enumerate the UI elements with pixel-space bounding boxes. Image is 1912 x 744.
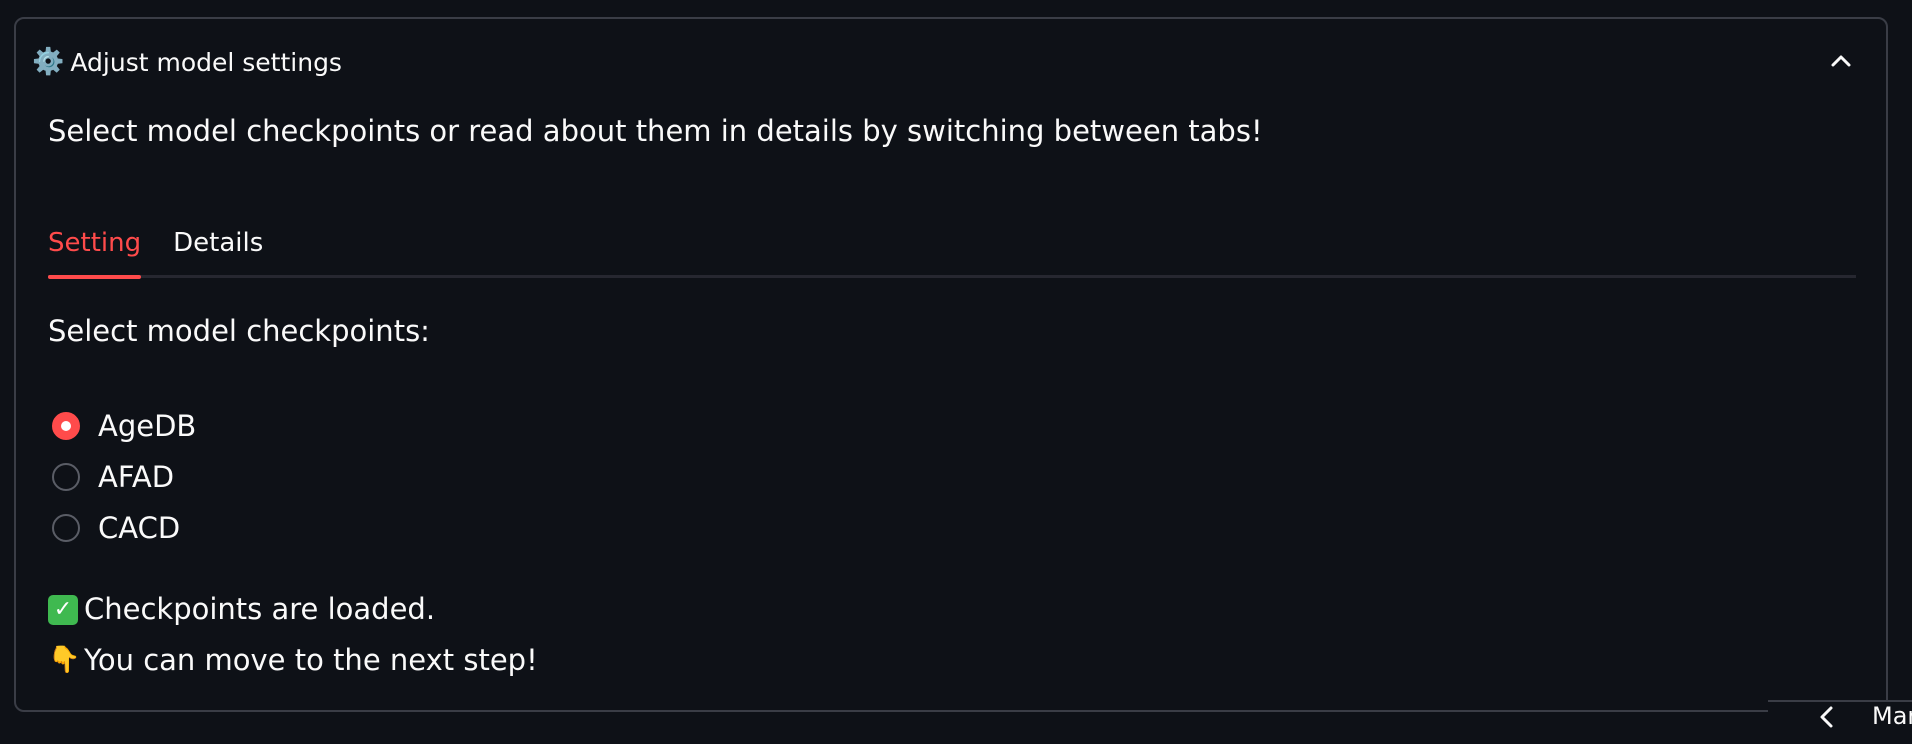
tab-details[interactable]: Details bbox=[173, 210, 263, 276]
next-step-text: You can move to the next step! bbox=[84, 643, 538, 677]
checkpoint-radio-group: AgeDB AFAD CACD bbox=[52, 400, 196, 553]
tab-setting[interactable]: Setting bbox=[48, 210, 142, 279]
loaded-text: Checkpoints are loaded. bbox=[84, 592, 436, 626]
tab-divider bbox=[48, 275, 1856, 278]
status-messages: ✓ Checkpoints are loaded. 👇 You can move… bbox=[48, 584, 538, 686]
expander-title: Adjust model settings bbox=[70, 47, 342, 77]
expander-header[interactable]: ⚙️ Adjust model settings bbox=[32, 42, 342, 82]
gear-icon: ⚙️ bbox=[32, 47, 65, 77]
manage-app-button[interactable]: Manage app bbox=[1872, 702, 1912, 730]
tab-bar: Setting Details bbox=[48, 210, 1856, 280]
radio-selected-icon[interactable] bbox=[52, 411, 80, 440]
select-checkpoints-label: Select model checkpoints: bbox=[48, 314, 430, 348]
radio-label: AFAD bbox=[98, 459, 175, 494]
radio-unselected-icon[interactable] bbox=[52, 513, 80, 542]
check-mark-icon: ✓ bbox=[48, 594, 78, 625]
next-step-message: 👇 You can move to the next step! bbox=[48, 635, 538, 686]
radio-label: CACD bbox=[98, 510, 181, 545]
radio-unselected-icon[interactable] bbox=[52, 462, 80, 491]
radio-option-afad[interactable]: AFAD bbox=[52, 451, 196, 502]
chevron-left-icon[interactable] bbox=[1812, 702, 1842, 732]
pointing-down-icon: 👇 bbox=[48, 645, 81, 675]
radio-label: AgeDB bbox=[98, 408, 197, 443]
loaded-message: ✓ Checkpoints are loaded. bbox=[48, 584, 538, 635]
intro-text: Select model checkpoints or read about t… bbox=[48, 114, 1263, 148]
radio-option-cacd[interactable]: CACD bbox=[52, 502, 196, 553]
radio-option-agedb[interactable]: AgeDB bbox=[52, 400, 196, 451]
chevron-up-icon[interactable] bbox=[1830, 50, 1852, 72]
